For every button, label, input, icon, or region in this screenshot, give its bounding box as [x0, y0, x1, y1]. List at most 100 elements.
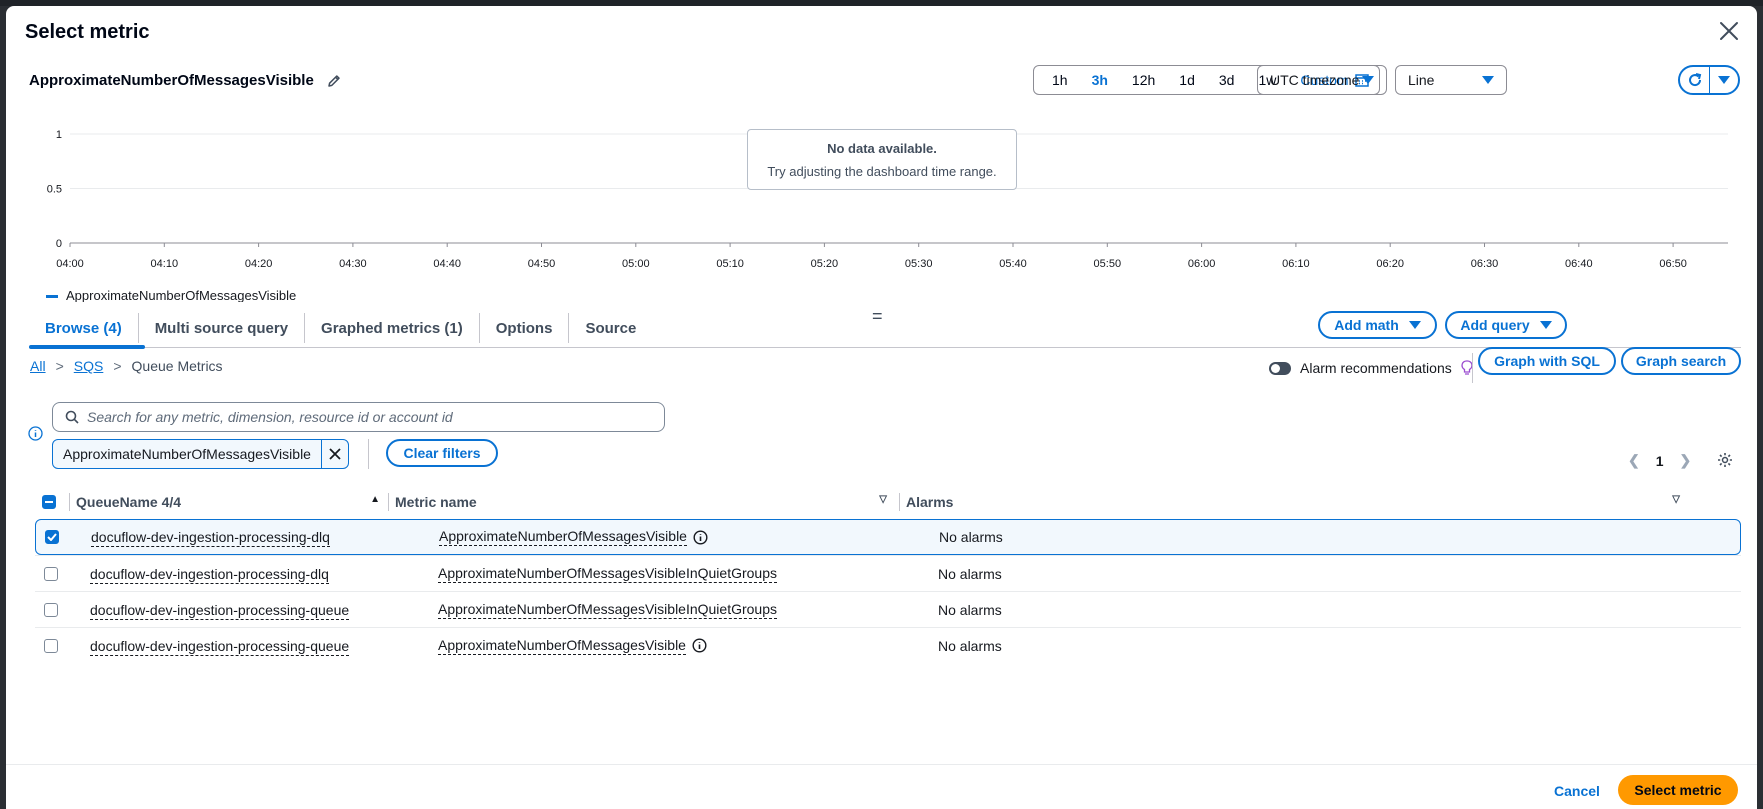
chart-type-select[interactable]: Line: [1395, 65, 1507, 95]
footer-divider: [6, 764, 1757, 765]
gear-icon[interactable]: [1717, 452, 1733, 468]
edit-pencil-icon[interactable]: [326, 73, 342, 89]
clear-filters-label: Clear filters: [403, 445, 481, 461]
time-range-3d[interactable]: 3d: [1207, 66, 1247, 94]
remove-filter-button[interactable]: [322, 447, 348, 461]
alarm-recommendations-toggle[interactable]: Alarm recommendations: [1269, 360, 1473, 376]
timezone-select[interactable]: UTC timezone: [1257, 65, 1387, 95]
refresh-button[interactable]: [1680, 67, 1710, 93]
select-all-checkbox[interactable]: [42, 494, 56, 509]
y-tick-label: 0: [56, 238, 62, 250]
cancel-button[interactable]: Cancel: [1554, 783, 1600, 799]
queue-name[interactable]: docuflow-dev-ingestion-processing-queue: [90, 637, 350, 656]
breadcrumb: All > SQS > Queue Metrics: [30, 358, 223, 374]
time-range-3h[interactable]: 3h: [1080, 66, 1120, 94]
legend-label: ApproximateNumberOfMessagesVisible: [66, 288, 297, 302]
x-tick-label: 04:00: [56, 258, 84, 270]
metric-name[interactable]: ApproximateNumberOfMessagesVisible: [438, 637, 686, 655]
search-icon: [65, 410, 79, 424]
breadcrumb-sqs[interactable]: SQS: [74, 358, 104, 374]
chart-legend: ApproximateNumberOfMessagesVisible: [46, 288, 296, 302]
select-metric-modal: Select metric ApproximateNumberOfMessage…: [6, 6, 1757, 809]
x-tick-label: 04:20: [245, 258, 273, 270]
current-page[interactable]: 1: [1656, 453, 1664, 469]
metric-name[interactable]: ApproximateNumberOfMessagesVisible: [439, 528, 687, 546]
caret-down-icon: [1362, 76, 1374, 84]
y-tick-label: 0.5: [47, 184, 62, 196]
row-checkbox[interactable]: [45, 530, 59, 544]
time-range-12h[interactable]: 12h: [1120, 66, 1167, 94]
alarms-cell: No alarms: [938, 637, 1002, 654]
x-tick-label: 06:30: [1471, 258, 1499, 270]
sort-icon: ▽: [879, 493, 887, 505]
table-header: QueueName 4/4 ▲ Metric name ▽ Alarms ▽: [35, 489, 1741, 514]
chevron-right-icon[interactable]: ❯: [1680, 452, 1692, 469]
tab-graphed-metrics[interactable]: Graphed metrics (1): [305, 313, 480, 343]
info-icon[interactable]: [28, 426, 43, 441]
chevron-right-icon: >: [55, 358, 64, 374]
select-metric-button[interactable]: Select metric: [1618, 775, 1738, 805]
alarms-cell: No alarms: [938, 565, 1002, 582]
time-range-1h[interactable]: 1h: [1040, 66, 1080, 94]
close-icon: [329, 448, 341, 460]
metric-name[interactable]: ApproximateNumberOfMessagesVisibleInQuie…: [438, 565, 778, 583]
add-query-button[interactable]: Add query: [1445, 311, 1567, 339]
table-row[interactable]: docuflow-dev-ingestion-processing-queue A…: [35, 591, 1741, 627]
lightbulb-icon: [1461, 360, 1473, 375]
chart-type-value: Line: [1408, 72, 1435, 88]
queue-name[interactable]: docuflow-dev-ingestion-processing-dlq: [91, 529, 330, 547]
x-tick-label: 06:00: [1188, 258, 1216, 270]
queue-name[interactable]: docuflow-dev-ingestion-processing-dlq: [90, 565, 329, 584]
x-tick-label: 06:20: [1376, 258, 1404, 270]
graph-search-button[interactable]: Graph search: [1621, 347, 1741, 375]
info-icon[interactable]: [692, 638, 707, 653]
table-row[interactable]: docuflow-dev-ingestion-processing-queue A…: [35, 627, 1741, 663]
tab-browse[interactable]: Browse (4): [29, 313, 139, 343]
row-checkbox[interactable]: [44, 638, 58, 653]
info-icon[interactable]: [693, 529, 708, 545]
search-input[interactable]: [87, 409, 647, 425]
divider: [368, 439, 369, 469]
row-checkbox[interactable]: [44, 566, 58, 581]
x-tick-label: 04:40: [433, 258, 461, 270]
metric-header-label: Metric name: [395, 493, 477, 510]
no-data-subtitle: Try adjusting the dashboard time range.: [767, 164, 997, 179]
time-range-1d[interactable]: 1d: [1167, 66, 1207, 94]
x-tick-label: 06:50: [1659, 258, 1687, 270]
queue-header-label: QueueName 4/4: [76, 493, 182, 510]
metric-name[interactable]: ApproximateNumberOfMessagesVisibleInQuie…: [438, 601, 778, 619]
breadcrumb-all[interactable]: All: [30, 358, 46, 374]
row-checkbox[interactable]: [44, 602, 58, 617]
x-tick-label: 04:10: [151, 258, 179, 270]
active-tab-indicator: [29, 345, 145, 349]
resize-handle[interactable]: =: [872, 306, 883, 327]
x-tick-label: 06:10: [1282, 258, 1310, 270]
y-tick-label: 1: [56, 129, 62, 141]
modal-title: Select metric: [25, 21, 150, 43]
x-tick-label: 05:30: [905, 258, 933, 270]
metric-search[interactable]: [52, 402, 665, 432]
alarms-header-label: Alarms: [906, 493, 954, 510]
refresh-options-dropdown[interactable]: [1710, 67, 1738, 93]
no-data-title: No data available.: [827, 141, 937, 156]
column-header-queue[interactable]: QueueName 4/4 ▲: [70, 494, 388, 510]
queue-name[interactable]: docuflow-dev-ingestion-processing-queue: [90, 601, 350, 620]
tab-source[interactable]: Source: [569, 313, 652, 343]
no-data-message: No data available. Try adjusting the das…: [747, 129, 1017, 190]
toggle-switch[interactable]: [1269, 361, 1291, 375]
add-math-button[interactable]: Add math: [1318, 311, 1437, 339]
clear-filters-button[interactable]: Clear filters: [386, 439, 498, 467]
graph-with-sql-button[interactable]: Graph with SQL: [1478, 347, 1616, 375]
check-icon: [47, 533, 57, 541]
tab-options[interactable]: Options: [480, 313, 570, 343]
pagination: ❮ 1 ❯: [1628, 452, 1691, 469]
column-header-metric[interactable]: Metric name ▽: [389, 494, 899, 510]
table-row[interactable]: docuflow-dev-ingestion-processing-dlq App…: [35, 519, 1741, 555]
graph-with-sql-label: Graph with SQL: [1494, 353, 1600, 369]
table-row[interactable]: docuflow-dev-ingestion-processing-dlq App…: [35, 555, 1741, 591]
chevron-left-icon[interactable]: ❮: [1628, 452, 1640, 469]
column-header-alarms[interactable]: Alarms ▽: [900, 494, 1686, 510]
close-icon[interactable]: [1716, 18, 1742, 44]
minus-icon: [45, 500, 53, 503]
tab-multi-source-query[interactable]: Multi source query: [139, 313, 306, 343]
